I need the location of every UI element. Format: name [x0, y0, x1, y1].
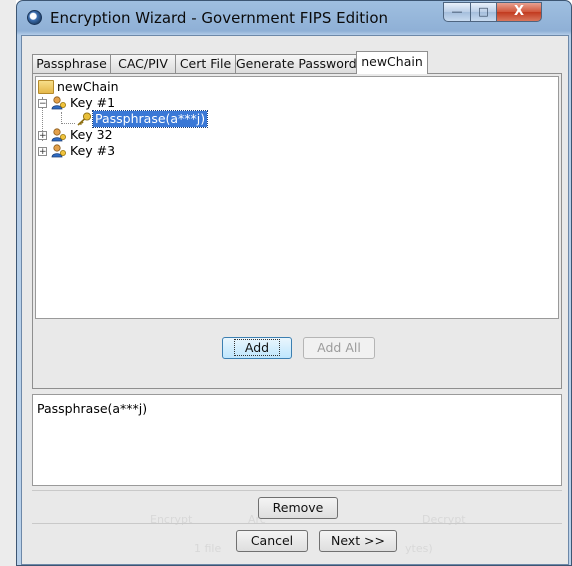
tree-node-label-selected: Passphrase(a***j) [91, 110, 209, 128]
key-user-icon [51, 144, 66, 158]
tree-node-label: Key 32 [70, 127, 113, 142]
divider [32, 490, 562, 491]
tree-node-label: Key #3 [70, 143, 116, 158]
add-button-label: Add [233, 339, 281, 356]
tree-connector [61, 123, 75, 124]
tab-generate-password[interactable]: Generate Password [235, 54, 357, 73]
maximize-button[interactable]: □ [470, 2, 497, 22]
close-button[interactable]: X [496, 2, 542, 22]
tab-cac-piv[interactable]: CAC/PIV [110, 54, 176, 73]
newchain-panel: newChain − Key #1 Passphrase(a***j) + Ke… [32, 73, 562, 389]
tab-passphrase[interactable]: Passphrase [32, 54, 111, 73]
selection-detail-box: Passphrase(a***j) [32, 394, 562, 486]
key-tree[interactable]: newChain − Key #1 Passphrase(a***j) + Ke… [35, 76, 559, 319]
next-button[interactable]: Next >> [319, 530, 397, 552]
add-all-button[interactable]: Add All [303, 337, 375, 359]
window-title: Encryption Wizard - Government FIPS Edit… [50, 9, 389, 27]
folder-icon [38, 80, 54, 94]
cancel-button[interactable]: Cancel [236, 530, 308, 552]
ghost-bytes: ytes) [405, 542, 433, 555]
tab-cert-file[interactable]: Cert File [175, 54, 236, 73]
ghost-encrypt: Encrypt [150, 513, 193, 526]
ghost-file-count: 1 file [194, 542, 222, 555]
tree-node-label: Key #1 [70, 95, 116, 110]
collapse-icon[interactable]: − [38, 99, 47, 109]
dialog-client: Passphrase CAC/PIV Cert File Generate Pa… [21, 35, 569, 565]
tab-newchain[interactable]: newChain [356, 51, 428, 74]
title-bar[interactable]: Encryption Wizard - Government FIPS Edit… [17, 1, 571, 35]
app-icon [27, 10, 42, 25]
key-user-icon [51, 128, 66, 142]
passphrase-key-icon [77, 112, 92, 126]
encryption-wizard-window: Encryption Wizard - Government FIPS Edit… [16, 0, 572, 566]
ghost-decrypt: Decrypt [422, 513, 466, 526]
remove-button[interactable]: Remove [258, 497, 338, 519]
minimize-button[interactable]: — [443, 2, 471, 22]
expand-icon[interactable]: + [38, 147, 47, 157]
expand-icon[interactable]: + [38, 131, 47, 141]
key-user-icon [51, 96, 66, 110]
divider [32, 523, 562, 524]
add-button[interactable]: Add [222, 337, 292, 359]
tree-node-label: newChain [57, 79, 119, 94]
desktop-strip [0, 0, 16, 566]
